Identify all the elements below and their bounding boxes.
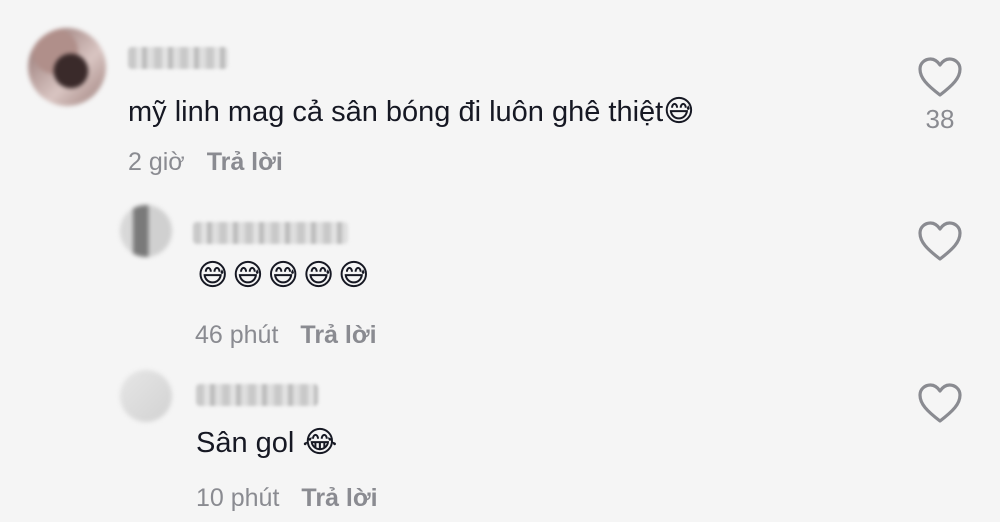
reply-emoji-text: 😅😅😅😅😅 xyxy=(197,259,374,292)
sweat-smile-emoji: 😅 xyxy=(663,95,695,128)
reply-button[interactable]: Trả lời xyxy=(300,321,376,349)
comment-text: mỹ linh mag cả sân bóng đi luôn ghê thiệ… xyxy=(128,94,695,129)
reply-text: Sân gol 😂 xyxy=(196,425,337,460)
reply-button[interactable]: Trả lời xyxy=(301,484,377,512)
like-button[interactable] xyxy=(916,220,964,262)
reply-timestamp: 10 phút xyxy=(196,484,280,512)
like-button[interactable]: 38 xyxy=(916,56,964,135)
heart-outline-icon xyxy=(918,383,962,423)
avatar[interactable] xyxy=(28,28,106,106)
like-button[interactable] xyxy=(916,382,964,424)
username-blurred[interactable] xyxy=(128,47,228,69)
comment-text-body: mỹ linh mag cả sân bóng đi luôn ghê thiệ… xyxy=(128,96,664,128)
avatar[interactable] xyxy=(120,370,172,422)
tears-of-joy-emoji: 😂 xyxy=(302,426,338,459)
username-blurred[interactable] xyxy=(196,384,318,406)
comment-meta: 2 giờ Trả lời xyxy=(128,148,283,177)
reply-meta: 46 phút Trả lời xyxy=(195,321,377,350)
like-count: 38 xyxy=(925,104,955,134)
reply-button[interactable]: Trả lời xyxy=(207,148,283,176)
avatar[interactable] xyxy=(120,205,172,257)
reply-timestamp: 46 phút xyxy=(195,321,279,349)
comment-timestamp: 2 giờ xyxy=(128,148,185,176)
reply-meta: 10 phút Trả lời xyxy=(196,484,378,513)
reply-text-body: Sân gol xyxy=(196,427,295,459)
username-blurred[interactable] xyxy=(193,222,348,244)
heart-outline-icon xyxy=(918,221,962,261)
heart-outline-icon xyxy=(918,57,962,97)
